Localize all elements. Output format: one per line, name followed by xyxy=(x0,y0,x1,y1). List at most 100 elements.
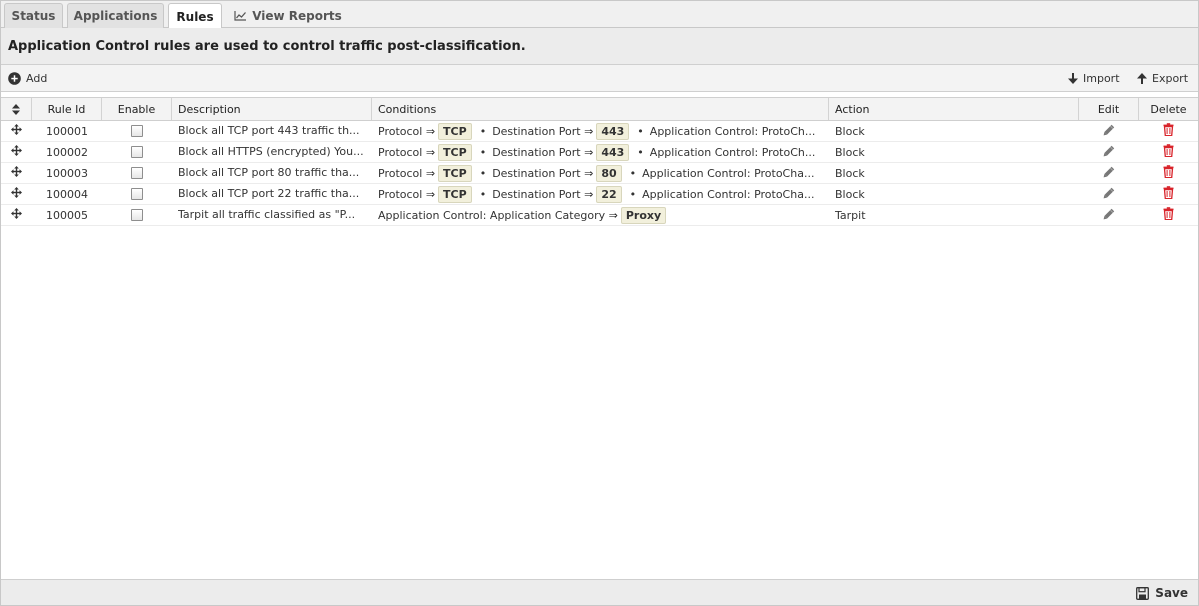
tab-status[interactable]: Status xyxy=(4,3,63,28)
save-button[interactable]: Save xyxy=(1136,580,1188,606)
condition-label: Application Control: Application Categor… xyxy=(378,208,618,222)
edit-button[interactable] xyxy=(1079,184,1139,204)
add-button[interactable]: Add xyxy=(8,65,47,91)
condition-label: Application Control: ProtoCh... xyxy=(649,145,816,159)
edit-button[interactable] xyxy=(1079,205,1139,225)
add-label: Add xyxy=(26,71,48,85)
action-cell: Tarpit xyxy=(829,205,1079,225)
enable-cell xyxy=(102,121,172,141)
description-cell: Tarpit all traffic classified as "P... xyxy=(172,205,372,225)
enable-checkbox[interactable] xyxy=(131,188,143,200)
tab-bar: Status Applications Rules View Reports xyxy=(1,1,1198,29)
enable-checkbox[interactable] xyxy=(131,209,143,221)
delete-button[interactable] xyxy=(1139,184,1198,204)
condition-label: Destination Port ⇒ xyxy=(492,187,594,201)
rule-id-value: 100003 xyxy=(46,166,88,180)
condition-label: Destination Port ⇒ xyxy=(492,166,594,180)
arrow-up-icon xyxy=(1137,72,1147,84)
grid-body: 100001 Block all TCP port 443 traffic th.… xyxy=(1,121,1198,226)
trash-icon xyxy=(1163,207,1174,223)
import-label: Import xyxy=(1083,71,1120,85)
tab-rules[interactable]: Rules xyxy=(168,3,222,29)
drag-handle[interactable] xyxy=(1,184,32,204)
description-header-label: Description xyxy=(178,102,241,116)
rule-id-cell: 100002 xyxy=(32,142,102,162)
description-header[interactable]: Description xyxy=(172,98,372,120)
table-row: 100005 Tarpit all traffic classified as "… xyxy=(1,205,1198,226)
delete-button[interactable] xyxy=(1139,142,1198,162)
sort-arrows-icon xyxy=(12,103,20,115)
edit-header-label: Edit xyxy=(1097,102,1120,116)
enable-cell xyxy=(102,142,172,162)
delete-header-label: Delete xyxy=(1150,102,1187,116)
condition-label: Destination Port ⇒ xyxy=(492,124,594,138)
tab-view-reports[interactable]: View Reports xyxy=(232,3,344,28)
enable-checkbox[interactable] xyxy=(131,146,143,158)
delete-button[interactable] xyxy=(1139,163,1198,183)
pencil-icon xyxy=(1103,166,1115,181)
action-value: Block xyxy=(835,166,865,180)
description-value: Tarpit all traffic classified as "P... xyxy=(178,208,356,221)
description-cell: Block all HTTPS (encrypted) You... xyxy=(172,142,372,162)
conditions-cell: Application Control: Application Categor… xyxy=(372,205,829,225)
description-cell: Block all TCP port 22 traffic tha... xyxy=(172,184,372,204)
drag-handle[interactable] xyxy=(1,121,32,141)
action-cell: Block xyxy=(829,121,1079,141)
export-button[interactable]: Export xyxy=(1137,65,1188,91)
tab-label: Status xyxy=(11,9,56,23)
rule-id-cell: 100001 xyxy=(32,121,102,141)
pencil-icon xyxy=(1103,145,1115,160)
conditions-value: Protocol ⇒ TCP • Destination Port ⇒ 443 • Appl… xyxy=(378,122,815,140)
edit-header[interactable]: Edit xyxy=(1079,98,1139,120)
rules-grid: Rule Id Enable Description Conditions Ac… xyxy=(1,97,1198,226)
enable-header[interactable]: Enable xyxy=(102,98,172,120)
grid-header: Rule Id Enable Description Conditions Ac… xyxy=(1,97,1198,121)
edit-button[interactable] xyxy=(1079,121,1139,141)
enable-checkbox[interactable] xyxy=(131,167,143,179)
pencil-icon xyxy=(1103,208,1115,223)
condition-label: Protocol ⇒ xyxy=(378,145,436,159)
condition-separator: • xyxy=(629,166,637,180)
export-label: Export xyxy=(1152,71,1189,85)
reorder-column-header[interactable] xyxy=(1,98,32,120)
condition-separator: • xyxy=(637,145,644,159)
condition-separator: • xyxy=(629,187,637,201)
trash-icon xyxy=(1163,186,1174,202)
condition-separator: • xyxy=(637,124,644,138)
footer-bar: Save xyxy=(1,579,1198,605)
table-row: 100001 Block all TCP port 443 traffic th.… xyxy=(1,121,1198,142)
action-header[interactable]: Action xyxy=(829,98,1079,120)
drag-handle[interactable] xyxy=(1,163,32,183)
action-value: Block xyxy=(835,187,865,201)
rule-id-value: 100005 xyxy=(46,208,88,222)
delete-button[interactable] xyxy=(1139,121,1198,141)
description-text: Application Control rules are used to co… xyxy=(8,38,526,54)
delete-header[interactable]: Delete xyxy=(1139,98,1198,120)
edit-button[interactable] xyxy=(1079,163,1139,183)
arrow-down-icon xyxy=(1068,72,1078,84)
conditions-value: Protocol ⇒ TCP • Destination Port ⇒ 80 • Appli… xyxy=(378,164,814,182)
conditions-header-label: Conditions xyxy=(378,102,437,116)
plus-circle-icon xyxy=(8,71,21,85)
rule-id-header[interactable]: Rule Id xyxy=(32,98,102,120)
rule-id-header-label: Rule Id xyxy=(47,102,86,116)
drag-handle[interactable] xyxy=(1,142,32,162)
tab-applications[interactable]: Applications xyxy=(67,3,164,28)
move-icon xyxy=(11,124,22,138)
conditions-cell: Protocol ⇒ TCP • Destination Port ⇒ 80 • Appli… xyxy=(372,163,829,183)
import-button[interactable]: Import xyxy=(1068,65,1120,91)
description-value: Block all TCP port 22 traffic tha... xyxy=(178,187,360,200)
condition-separator: • xyxy=(479,166,487,180)
condition-separator: • xyxy=(479,187,487,201)
table-row: 100003 Block all TCP port 80 traffic tha.… xyxy=(1,163,1198,184)
edit-button[interactable] xyxy=(1079,142,1139,162)
move-icon xyxy=(11,187,22,201)
drag-handle[interactable] xyxy=(1,205,32,225)
enable-checkbox[interactable] xyxy=(131,125,143,137)
port-chip: 443 xyxy=(596,122,630,140)
condition-label: Protocol ⇒ xyxy=(378,124,436,138)
table-row: 100002 Block all HTTPS (encrypted) You...… xyxy=(1,142,1198,163)
trash-icon xyxy=(1163,165,1174,181)
conditions-header[interactable]: Conditions xyxy=(372,98,829,120)
delete-button[interactable] xyxy=(1139,205,1198,225)
